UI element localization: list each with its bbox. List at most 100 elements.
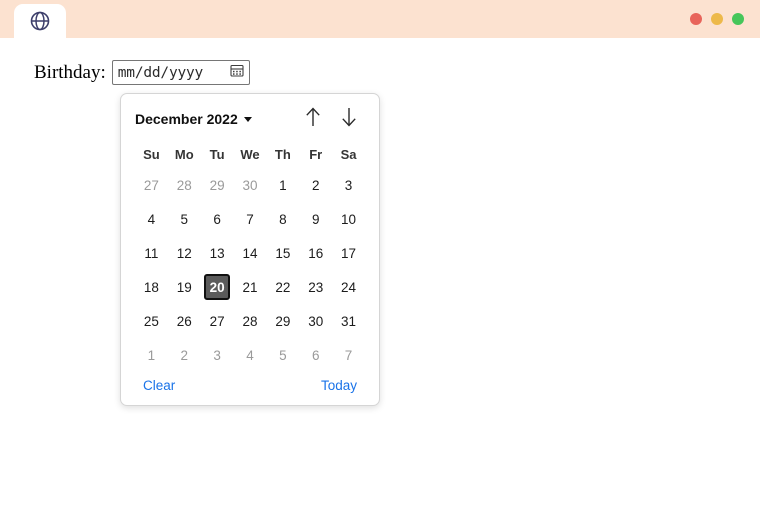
calendar-day[interactable]: 7 [332,338,365,372]
calendar-day[interactable]: 12 [168,236,201,270]
calendar-day[interactable]: 2 [168,338,201,372]
today-button[interactable]: Today [321,378,357,393]
arrow-down-icon[interactable] [339,106,359,133]
browser-tab[interactable] [14,4,66,38]
clear-button[interactable]: Clear [143,378,175,393]
calendar-day[interactable]: 11 [135,236,168,270]
calendar-day[interactable]: 14 [234,236,267,270]
birthday-date-input[interactable]: mm/dd/yyyy [111,60,250,85]
calendar-day-label: 30 [308,313,324,329]
calendar-week-row: 1 2 3 4 5 6 7 [135,338,365,372]
calendar-day[interactable]: 17 [332,236,365,270]
calendar-day[interactable]: 9 [299,202,332,236]
month-year-label: December 2022 [135,111,238,127]
days-grid: 27 28 29 30 1 2 3 4 5 6 7 8 9 10 11 12 13 14 15 16 17 18 19 20 2… [135,168,365,372]
calendar-day[interactable]: 28 [234,304,267,338]
calendar-week-row: 18 19 20 21 22 23 24 [135,270,365,304]
weekday-we: We [240,147,260,162]
calendar-day[interactable]: 22 [266,270,299,304]
calendar-day[interactable]: 24 [332,270,365,304]
calendar-day[interactable]: 29 [266,304,299,338]
weekday-fr: Fr [309,147,323,162]
calendar-day[interactable]: 6 [299,338,332,372]
calendar-day[interactable]: 6 [201,202,234,236]
calendar-day-label: 29 [209,177,225,193]
calendar-day-label: 27 [143,177,159,193]
date-input-placeholder: mm/dd/yyyy [117,64,204,81]
arrow-up-icon[interactable] [303,106,323,133]
calendar-day-label: 27 [209,313,225,329]
calendar-day[interactable]: 30 [299,304,332,338]
calendar-day-label: 10 [341,211,357,227]
calendar-day-label: 4 [246,347,254,363]
calendar-day[interactable]: 3 [332,168,365,202]
calendar-day-label: 1 [279,177,287,193]
maximize-window-button[interactable] [732,13,744,25]
calendar-day[interactable]: 5 [266,338,299,372]
calendar-day[interactable]: 19 [168,270,201,304]
calendar-day[interactable]: 3 [201,338,234,372]
calendar-day-label: 20 [204,274,231,300]
calendar-day[interactable]: 4 [234,338,267,372]
calendar-day[interactable]: 10 [332,202,365,236]
window-controls [690,13,744,25]
calendar-day[interactable]: 31 [332,304,365,338]
calendar-day-label: 19 [176,279,192,295]
calendar-day[interactable]: 15 [266,236,299,270]
calendar-day[interactable]: 27 [135,168,168,202]
calendar-day-label: 30 [242,177,258,193]
calendar-day[interactable]: 13 [201,236,234,270]
calendar-day-label: 16 [308,245,324,261]
calendar-day-label: 29 [275,313,291,329]
calendar-day-label: 6 [311,347,320,363]
calendar-day[interactable]: 7 [234,202,267,236]
calendar-day[interactable]: 28 [168,168,201,202]
globe-icon [29,10,51,32]
calendar-nav [303,106,365,133]
calendar-day[interactable]: 1 [266,168,299,202]
calendar-week-row: 4 5 6 7 8 9 10 [135,202,365,236]
calendar-day[interactable]: 26 [168,304,201,338]
calendar-day-label: 3 [344,177,353,193]
calendar-icon[interactable] [230,63,244,82]
calendar-day[interactable]: 30 [234,168,267,202]
calendar-day-label: 31 [341,313,357,329]
birthday-field-row: Birthday: mm/dd/yyyy [34,60,250,85]
calendar-day-selected[interactable]: 20 [201,270,234,304]
calendar-day-label: 5 [180,211,189,227]
calendar-day-label: 14 [242,245,258,261]
weekday-th: Th [274,147,291,162]
calendar-day[interactable]: 4 [135,202,168,236]
calendar-day[interactable]: 21 [234,270,267,304]
date-picker-popup: December 2022 Su Mo Tu We Th Fr Sa 27 28… [120,93,380,406]
calendar-day[interactable]: 29 [201,168,234,202]
calendar-day-label: 15 [275,245,291,261]
weekday-tu: Tu [209,147,225,162]
calendar-day-label: 22 [275,279,291,295]
calendar-day-label: 25 [143,313,159,329]
calendar-day[interactable]: 5 [168,202,201,236]
calendar-day[interactable]: 2 [299,168,332,202]
calendar-day[interactable]: 27 [201,304,234,338]
weekday-su: Su [143,147,160,162]
calendar-week-row: 11 12 13 14 15 16 17 [135,236,365,270]
calendar-day-label: 26 [176,313,192,329]
month-year-dropdown[interactable]: December 2022 [135,111,252,127]
calendar-day[interactable]: 16 [299,236,332,270]
calendar-day[interactable]: 25 [135,304,168,338]
calendar-day-label: 23 [308,279,324,295]
calendar-day-label: 21 [242,279,258,295]
calendar-day-label: 6 [213,211,221,227]
calendar-day-label: 8 [279,211,287,227]
calendar-day[interactable]: 18 [135,270,168,304]
calendar-day[interactable]: 1 [135,338,168,372]
calendar-day[interactable]: 23 [299,270,332,304]
calendar-day[interactable]: 8 [266,202,299,236]
weekday-mo: Mo [174,147,194,162]
calendar-day-label: 12 [176,245,192,261]
minimize-window-button[interactable] [711,13,723,25]
calendar-footer: Clear Today [135,378,365,395]
calendar-day-label: 7 [344,347,353,363]
calendar-day-label: 2 [180,347,189,363]
close-window-button[interactable] [690,13,702,25]
